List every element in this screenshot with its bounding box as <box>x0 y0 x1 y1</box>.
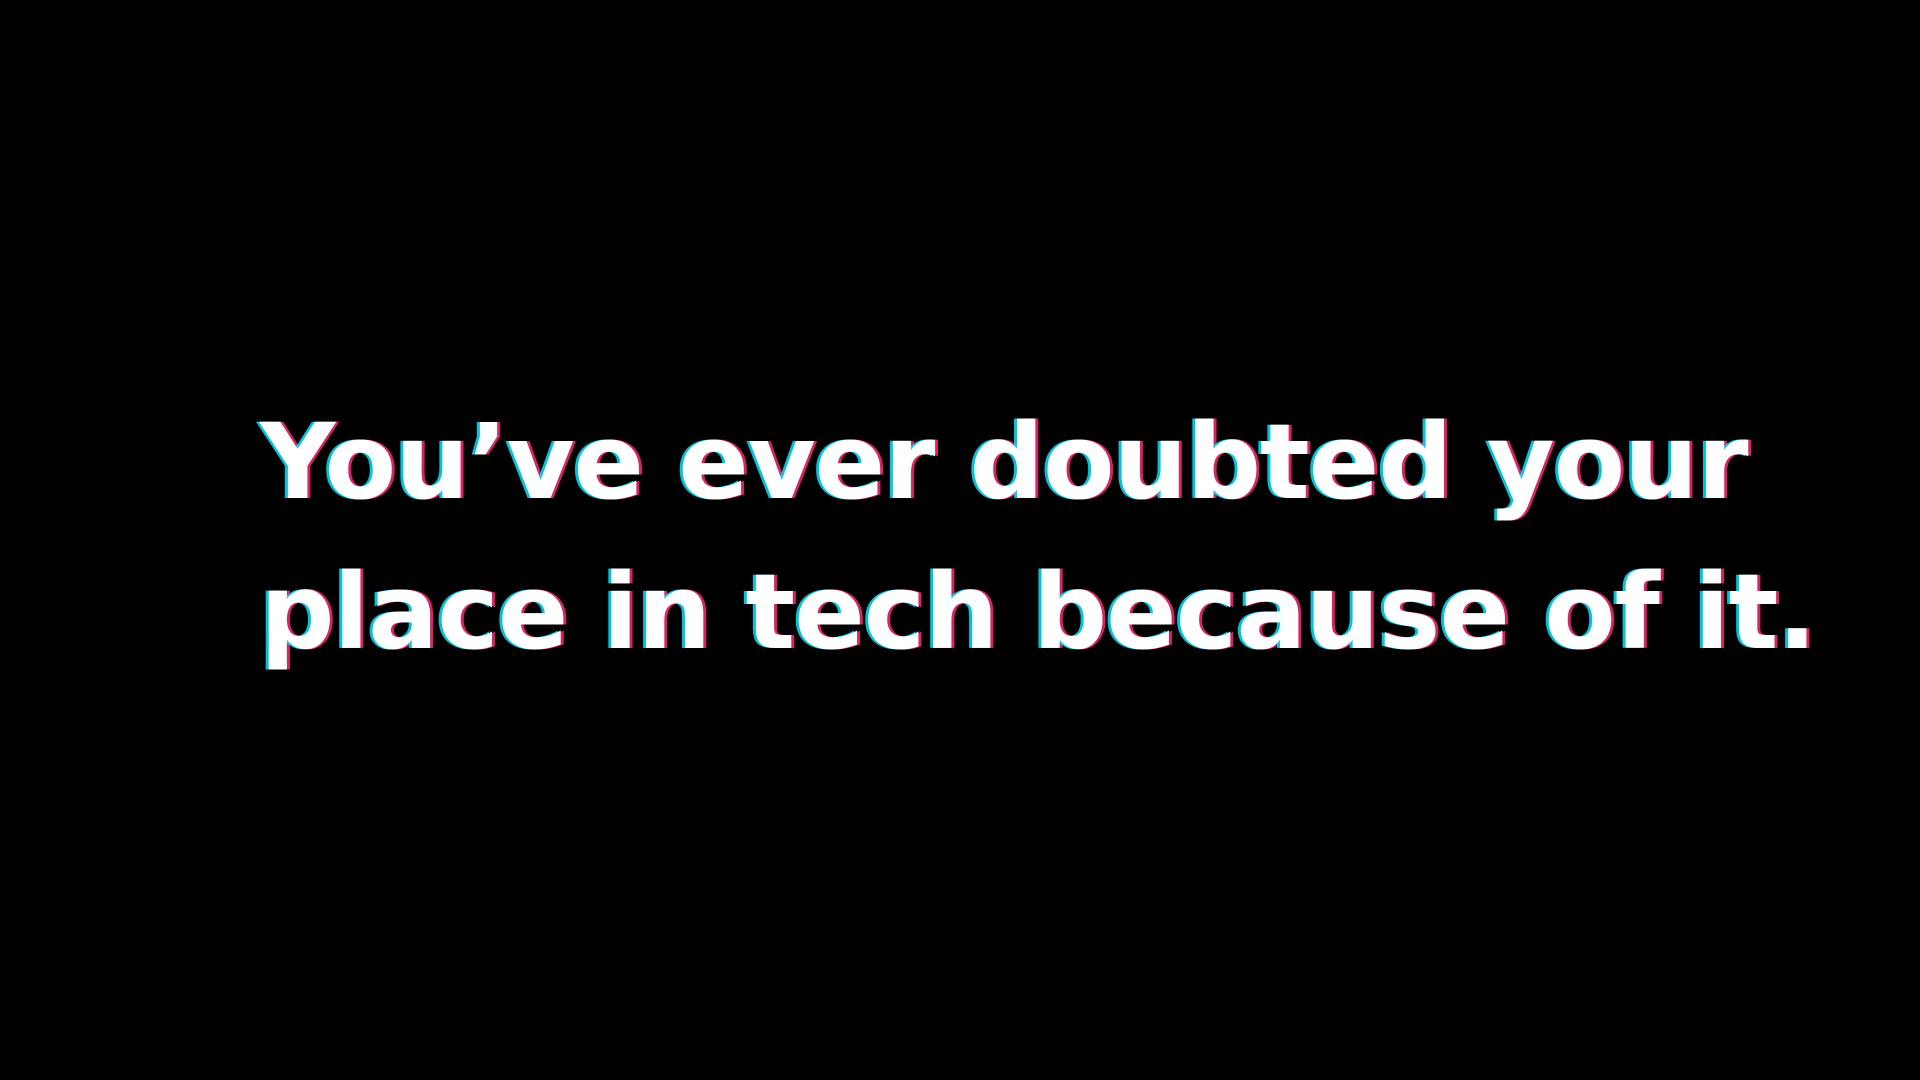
slide: You’ve ever doubted your place in tech b… <box>0 0 1920 1080</box>
caption-line-1: You’ve ever doubted your <box>260 401 1749 523</box>
caption-line-2: place in tech because of it. <box>260 551 1817 673</box>
caption-text: You’ve ever doubted your place in tech b… <box>260 387 1817 687</box>
